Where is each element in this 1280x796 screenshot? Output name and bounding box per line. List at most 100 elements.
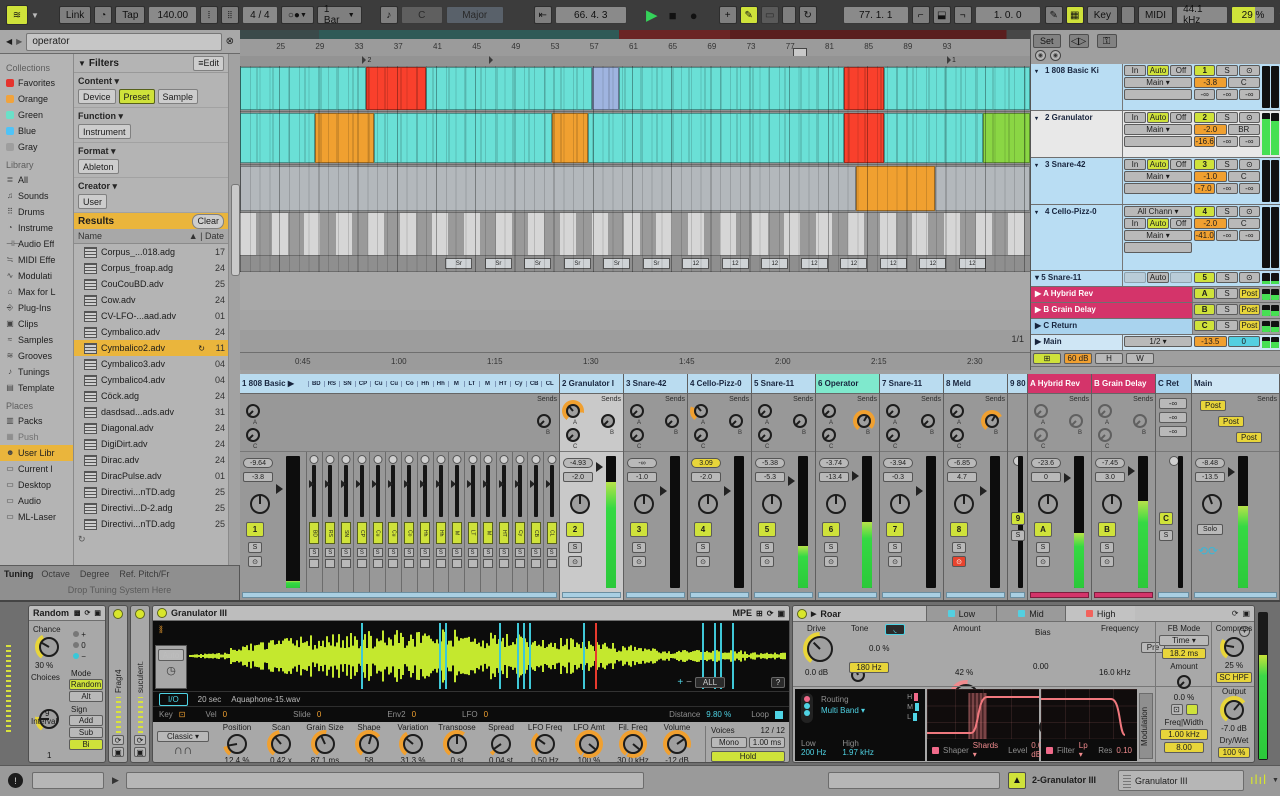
sign-add-button[interactable]: Add bbox=[69, 715, 103, 726]
pad-fader-handle[interactable] bbox=[388, 480, 393, 488]
overdub-icon[interactable]: + bbox=[719, 6, 737, 24]
clip-track-row[interactable] bbox=[240, 66, 1030, 112]
send-b-value[interactable]: -∞ bbox=[1216, 230, 1237, 241]
track-number[interactable]: 2 bbox=[566, 522, 584, 537]
send-a-knob[interactable] bbox=[884, 402, 902, 420]
drag-handle-icon[interactable] bbox=[1123, 774, 1131, 788]
marker-prev-icon[interactable]: ◁▷ bbox=[1069, 34, 1089, 48]
nudge-down-icon[interactable]: ⦙ bbox=[200, 6, 218, 24]
clip-track-row[interactable]: SrSrSrSrSrSr1212121212121212 bbox=[240, 256, 1030, 272]
mixer-track-name[interactable]: 5 Snare-11 bbox=[752, 374, 815, 394]
stop-button[interactable]: ■ bbox=[664, 6, 682, 24]
push-status-icon[interactable]: ≋ bbox=[6, 5, 28, 25]
clip-fragment[interactable]: 12 bbox=[880, 258, 907, 269]
file-row[interactable]: Directivi...nTD.adg25 bbox=[74, 484, 228, 500]
pad-tag[interactable]: Cy bbox=[515, 522, 525, 544]
zoom-h-button[interactable]: H bbox=[1095, 353, 1123, 364]
clip-area[interactable]: SrSrSrSrSrSr1212121212121212 bbox=[240, 66, 1030, 272]
monitor-off[interactable]: Off bbox=[1170, 112, 1192, 123]
knob[interactable] bbox=[489, 732, 513, 756]
pad-arm-button[interactable] bbox=[325, 559, 335, 568]
env2-value[interactable]: 0 bbox=[412, 710, 416, 719]
collapse-circle-icon[interactable]: ▾ bbox=[1035, 209, 1045, 216]
drum-pad-channel[interactable]: MS bbox=[480, 452, 496, 592]
pan-knob[interactable] bbox=[632, 492, 656, 516]
track-header-3[interactable]: ▾3 Snare-42InAutoOffMain ▾3S⊙-1.0C-7.0-∞… bbox=[1031, 158, 1280, 205]
sidebar-item-gray[interactable]: Gray bbox=[0, 139, 73, 155]
filter-group-label[interactable]: Creator ▾ bbox=[78, 181, 224, 192]
zoom-out-icon[interactable]: − bbox=[686, 677, 692, 688]
send-a-value[interactable]: -∞ bbox=[1194, 89, 1215, 100]
roar-tab-mid[interactable]: Mid bbox=[996, 606, 1066, 621]
clip-fragment[interactable]: Sr bbox=[643, 258, 670, 269]
roar-tab-high[interactable]: High bbox=[1065, 606, 1135, 621]
pan-knob[interactable] bbox=[1036, 492, 1060, 516]
collapsed-device-2[interactable]: suculent.⟳▣ bbox=[130, 605, 150, 763]
arrangement-clip[interactable] bbox=[983, 113, 1030, 163]
knob[interactable] bbox=[621, 732, 645, 756]
roar-tab-low[interactable]: Low bbox=[926, 606, 996, 621]
pad-fader-handle[interactable] bbox=[325, 480, 330, 488]
chance-knob[interactable] bbox=[37, 635, 61, 659]
track-color-strip[interactable] bbox=[882, 592, 941, 598]
sidebar-item-audio-eff[interactable]: ⊣⊢Audio Eff bbox=[0, 236, 73, 252]
tuning-drop-hint[interactable]: Drop Tuning System Here bbox=[0, 582, 239, 595]
pad-pan-dot[interactable] bbox=[436, 455, 445, 464]
mixer-strip-1[interactable]: 1 808 Basic ▶BDRSSNCPCuCuCoHhHhMLTMHTCyC… bbox=[240, 374, 560, 600]
send-c-knob[interactable] bbox=[1096, 426, 1114, 444]
send-a-knob[interactable] bbox=[564, 402, 582, 420]
send-b-value[interactable]: -∞ bbox=[1216, 136, 1237, 147]
peak-value[interactable]: -9.64 bbox=[243, 458, 273, 468]
drum-pad-channel[interactable]: LTS bbox=[464, 452, 480, 592]
pad-pan-dot[interactable] bbox=[357, 455, 366, 464]
filter-section[interactable]: Filter Lp ▾ Res 0.10 bbox=[1041, 689, 1137, 761]
low-value[interactable]: 200 Hz bbox=[801, 748, 826, 757]
filter-tag-device[interactable]: Device bbox=[78, 89, 116, 104]
res-value[interactable]: 0.10 bbox=[1116, 746, 1132, 755]
sidebar-item-modulati[interactable]: ∿Modulati bbox=[0, 268, 73, 284]
column-date[interactable]: ▲ | Date bbox=[189, 231, 224, 241]
pad-arm-button[interactable] bbox=[452, 559, 462, 568]
volume-value[interactable]: 3.0 bbox=[1095, 472, 1125, 482]
track-color-strip[interactable] bbox=[626, 592, 685, 598]
mixer-strip-8[interactable]: 8 MeldSendsABC-6.854.78S⊙ bbox=[944, 374, 1008, 600]
return-track-C[interactable]: ▶ C ReturnCSPost bbox=[1031, 319, 1280, 335]
arrangement-clip[interactable] bbox=[552, 113, 588, 163]
solo-button[interactable]: S bbox=[248, 542, 262, 553]
send-c-value[interactable]: -∞ bbox=[1239, 230, 1260, 241]
pad-solo-button[interactable]: S bbox=[452, 548, 462, 557]
pad-name[interactable]: CB bbox=[526, 381, 542, 387]
arm-button[interactable]: ⊙ bbox=[568, 556, 582, 567]
track-header-4[interactable]: ▾4 Cello-Pizz-0All Chann ▾InAutoOffMain … bbox=[1031, 205, 1280, 271]
pad-fader-handle[interactable] bbox=[436, 480, 441, 488]
knob[interactable] bbox=[225, 732, 249, 756]
device-on-led[interactable] bbox=[157, 608, 167, 618]
peak-value[interactable]: -∞ bbox=[627, 458, 657, 468]
track-number[interactable]: 4 bbox=[1194, 206, 1215, 217]
meter-chevron-icon[interactable]: ▼ bbox=[1272, 777, 1279, 784]
monitor-off[interactable] bbox=[1170, 272, 1192, 283]
drum-pad-channel[interactable]: CLS bbox=[543, 452, 559, 592]
sidebar-item-instrume[interactable]: ◔Instrume bbox=[0, 220, 73, 236]
arm-button[interactable]: ⊙ bbox=[1239, 272, 1260, 283]
return-track-A[interactable]: ▶ A Hybrid RevASPost bbox=[1031, 287, 1280, 303]
clip-fragment[interactable]: 12 bbox=[919, 258, 946, 269]
pad-fader-handle[interactable] bbox=[515, 480, 520, 488]
main-volume[interactable]: -13.5 bbox=[1194, 336, 1227, 347]
post-toggle[interactable]: Post bbox=[1218, 416, 1244, 427]
drum-pad-channel[interactable]: CyS bbox=[512, 452, 528, 592]
clip-fragment[interactable]: Sr bbox=[485, 258, 512, 269]
pan-knob[interactable] bbox=[1200, 492, 1224, 516]
auto-button[interactable]: Auto bbox=[158, 649, 184, 661]
sidebar-item-midi-effe[interactable]: ≒MIDI Effe bbox=[0, 252, 73, 268]
pad-fader-handle[interactable] bbox=[467, 480, 472, 488]
track-number[interactable]: 1 bbox=[1194, 65, 1215, 76]
cpu-meter[interactable]: 29 % bbox=[1231, 6, 1275, 24]
view-all-button[interactable]: ALL bbox=[695, 677, 725, 688]
mixer-strip-4[interactable]: 4 Cello-Pizz-0SendsABC3.09-2.04S⊙ bbox=[688, 374, 752, 600]
post-toggle[interactable]: Post bbox=[1200, 400, 1226, 411]
pad-solo-button[interactable]: S bbox=[373, 548, 383, 557]
arm-button[interactable]: ⊙ bbox=[1239, 112, 1260, 123]
pad-fader-handle[interactable] bbox=[356, 480, 361, 488]
dry-wet-value[interactable]: 100 % bbox=[1218, 747, 1250, 758]
